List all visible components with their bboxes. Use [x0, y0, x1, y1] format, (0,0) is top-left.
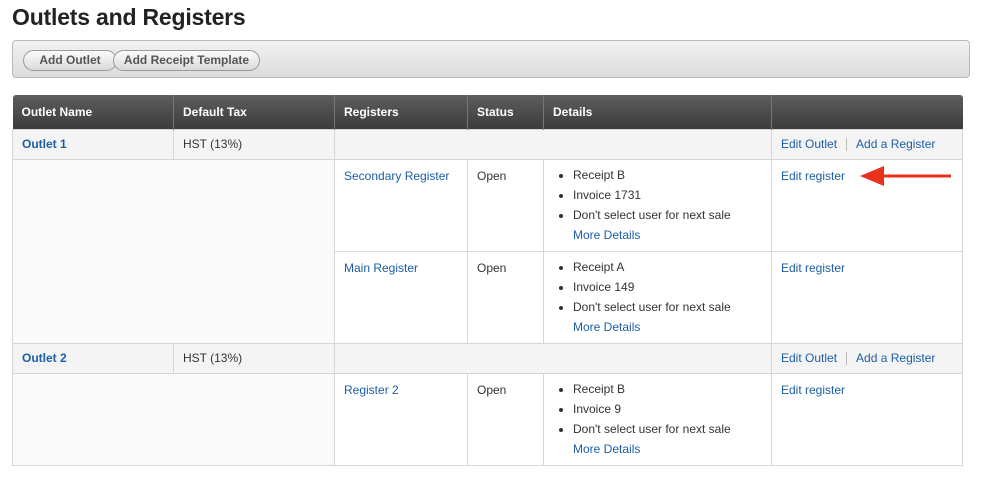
details-item: Invoice 9	[573, 399, 762, 419]
edit-register-link[interactable]: Edit register	[781, 261, 845, 275]
header-actions	[771, 95, 963, 129]
more-details-link[interactable]: More Details	[573, 320, 640, 334]
edit-register-link[interactable]: Edit register	[781, 169, 845, 183]
outlets-registers-table: Outlet Name Default Tax Registers Status…	[12, 95, 963, 466]
details-item: Invoice 1731	[573, 185, 762, 205]
details-list: Receipt B Invoice 1731 Don't select user…	[553, 165, 762, 245]
details-item: More Details	[573, 225, 762, 245]
outlet-name-link[interactable]: Outlet 2	[22, 351, 67, 365]
table-header-row: Outlet Name Default Tax Registers Status…	[12, 95, 963, 129]
add-register-link[interactable]: Add a Register	[856, 351, 935, 365]
action-separator	[846, 138, 848, 152]
edit-register-link[interactable]: Edit register	[781, 383, 845, 397]
register-name-cell: Register 2	[334, 372, 468, 466]
register-name-link[interactable]: Secondary Register	[344, 169, 449, 183]
add-receipt-template-button[interactable]: Add Receipt Template	[113, 50, 260, 71]
add-outlet-button[interactable]: Add Outlet	[23, 50, 117, 71]
outlet-spacer-cell	[334, 128, 772, 160]
outlet-spacer-cell	[334, 342, 772, 374]
register-details-cell: Receipt B Invoice 1731 Don't select user…	[543, 158, 772, 252]
edit-outlet-link[interactable]: Edit Outlet	[781, 137, 837, 151]
register-name-link[interactable]: Main Register	[344, 261, 418, 275]
header-default-tax: Default Tax	[173, 95, 335, 129]
header-outlet-name: Outlet Name	[12, 95, 174, 129]
outlet-row: Outlet 2 HST (13%) Edit Outlet Add a Regi…	[12, 342, 963, 374]
register-row: Register 2 Open Receipt B Invoice 9 Don'…	[12, 372, 963, 466]
register-details-cell: Receipt B Invoice 9 Don't select user fo…	[543, 372, 772, 466]
add-register-link[interactable]: Add a Register	[856, 137, 935, 151]
toolbar: Add Outlet Add Receipt Template	[12, 40, 970, 78]
details-item: Don't select user for next sale	[573, 297, 762, 317]
arrow-head	[860, 166, 884, 186]
register-indent-cell	[12, 372, 335, 466]
details-item: More Details	[573, 439, 762, 459]
outlet-name-cell: Outlet 1	[12, 128, 174, 160]
details-item: Receipt B	[573, 165, 762, 185]
details-item: Invoice 149	[573, 277, 762, 297]
header-registers: Registers	[334, 95, 468, 129]
details-list: Receipt B Invoice 9 Don't select user fo…	[553, 379, 762, 459]
page-title: Outlets and Registers	[12, 4, 246, 30]
outlet-row: Outlet 1 HST (13%) Edit Outlet Add a Regi…	[12, 128, 963, 160]
action-separator	[846, 352, 848, 366]
outlet-name-cell: Outlet 2	[12, 342, 174, 374]
register-name-cell: Main Register	[334, 250, 468, 344]
register-actions-cell: Edit register	[771, 250, 963, 344]
details-item: Don't select user for next sale	[573, 205, 762, 225]
outlet-actions-cell: Edit Outlet Add a Register	[771, 128, 963, 160]
register-status-cell: Open	[467, 372, 544, 466]
edit-outlet-link[interactable]: Edit Outlet	[781, 351, 837, 365]
left-arrow-icon	[860, 166, 951, 186]
register-actions-cell: Edit register	[771, 372, 963, 466]
register-indent-cell	[12, 158, 335, 344]
details-list: Receipt A Invoice 149 Don't select user …	[553, 257, 762, 337]
details-item: More Details	[573, 317, 762, 337]
more-details-link[interactable]: More Details	[573, 442, 640, 456]
header-details: Details	[543, 95, 772, 129]
details-item: Don't select user for next sale	[573, 419, 762, 439]
register-status-cell: Open	[467, 250, 544, 344]
outlet-tax-cell: HST (13%)	[173, 128, 335, 160]
register-name-link[interactable]: Register 2	[344, 383, 399, 397]
register-row: Secondary Register Open Receipt B Invoic…	[12, 158, 963, 344]
details-item: Receipt B	[573, 379, 762, 399]
details-item: Receipt A	[573, 257, 762, 277]
outlet-name-link[interactable]: Outlet 1	[22, 137, 67, 151]
more-details-link[interactable]: More Details	[573, 228, 640, 242]
header-status: Status	[467, 95, 544, 129]
register-status-cell: Open	[467, 158, 544, 252]
register-name-cell: Secondary Register	[334, 158, 468, 252]
register-details-cell: Receipt A Invoice 149 Don't select user …	[543, 250, 772, 344]
outlet-actions-cell: Edit Outlet Add a Register	[771, 342, 963, 374]
outlet-tax-cell: HST (13%)	[173, 342, 335, 374]
